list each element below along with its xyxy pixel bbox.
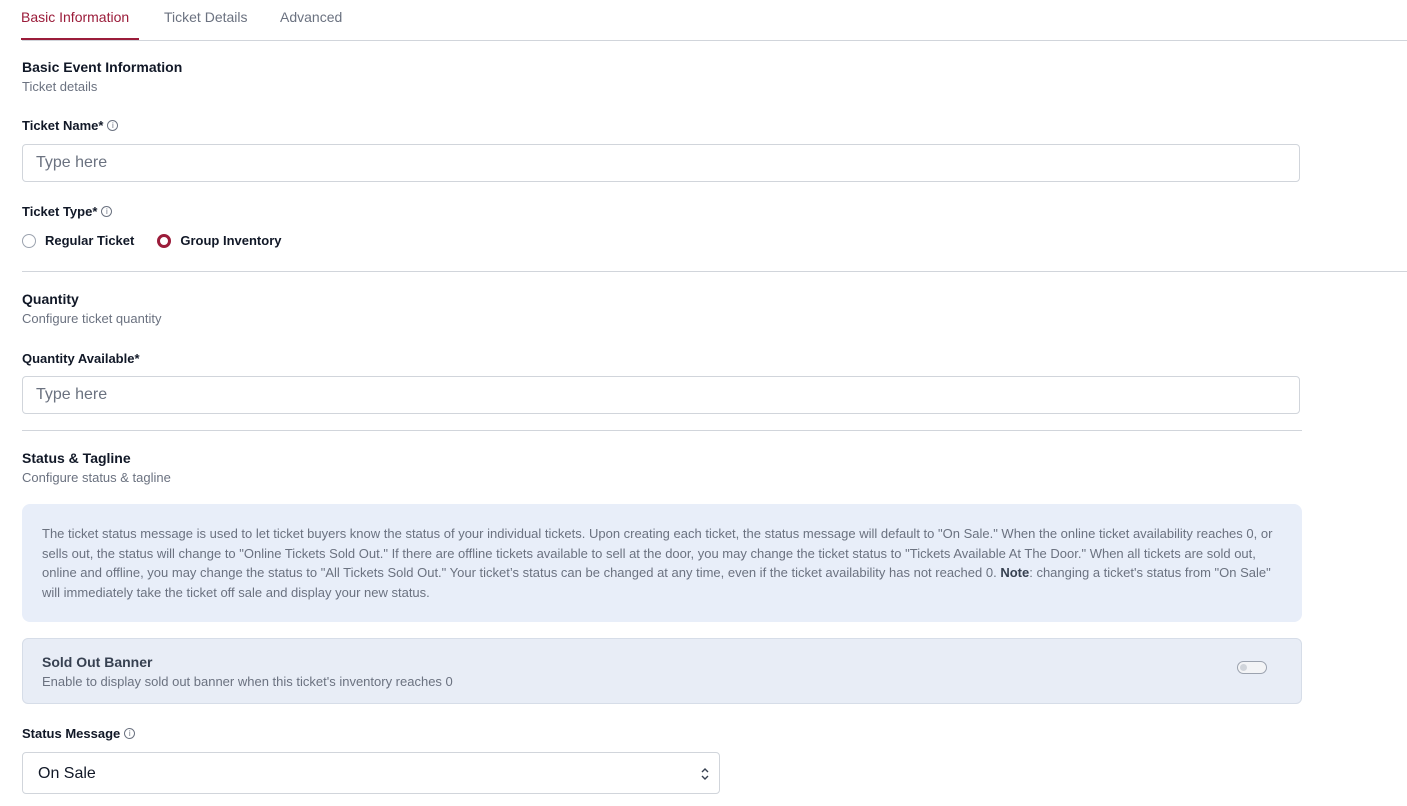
radio-group-inventory-label: Group Inventory xyxy=(180,233,282,248)
tab-basic-information[interactable]: Basic Information xyxy=(21,9,129,25)
ticket-name-input[interactable] xyxy=(22,144,1300,182)
sold-out-banner-toggle[interactable] xyxy=(1237,661,1267,674)
section-subtitle-quantity: Configure ticket quantity xyxy=(22,311,162,326)
status-message-value: On Sale xyxy=(38,765,96,782)
ticket-type-label-text: Ticket Type* xyxy=(22,204,98,219)
toggle-knob xyxy=(1240,664,1247,671)
active-tab-indicator xyxy=(21,38,139,40)
tab-ticket-details[interactable]: Ticket Details xyxy=(164,9,248,25)
section-title-quantity: Quantity xyxy=(22,291,79,307)
section-divider xyxy=(22,430,1302,431)
status-message-select[interactable]: On Sale xyxy=(22,752,720,794)
ticket-name-label-text: Ticket Name* xyxy=(22,118,104,133)
ticket-type-label: Ticket Type* i xyxy=(22,204,113,219)
quantity-available-label: Quantity Available* xyxy=(22,351,140,366)
ticket-name-label: Ticket Name* i xyxy=(22,118,119,133)
section-divider xyxy=(22,271,1407,272)
select-updown-icon xyxy=(701,768,709,780)
sold-out-banner-title: Sold Out Banner xyxy=(42,654,153,670)
radio-checked-icon[interactable] xyxy=(157,233,172,248)
status-message-label: Status Message i xyxy=(22,726,136,741)
section-title-basic: Basic Event Information xyxy=(22,59,183,75)
status-info-box: The ticket status message is used to let… xyxy=(22,504,1302,622)
status-info-note-label: Note xyxy=(1000,565,1030,580)
info-icon[interactable]: i xyxy=(107,120,119,131)
radio-regular-ticket-label: Regular Ticket xyxy=(45,233,135,248)
radio-unchecked-icon[interactable] xyxy=(22,233,36,248)
info-icon[interactable]: i xyxy=(101,206,113,217)
radio-group-inventory[interactable]: Group Inventory xyxy=(157,233,281,248)
sold-out-banner-card: Sold Out Banner Enable to display sold o… xyxy=(22,638,1302,704)
tab-bar: Basic Information Ticket Details Advance… xyxy=(21,0,1407,41)
quantity-available-input[interactable] xyxy=(22,376,1300,414)
tab-advanced[interactable]: Advanced xyxy=(280,9,342,25)
radio-regular-ticket[interactable]: Regular Ticket xyxy=(22,233,134,248)
sold-out-banner-description: Enable to display sold out banner when t… xyxy=(42,674,453,689)
status-message-label-text: Status Message xyxy=(22,726,121,741)
section-title-status: Status & Tagline xyxy=(22,450,131,466)
section-subtitle-status: Configure status & tagline xyxy=(22,470,171,485)
ticket-type-radio-group: Regular Ticket Group Inventory xyxy=(22,233,281,248)
info-icon[interactable]: i xyxy=(124,728,136,739)
section-subtitle-basic: Ticket details xyxy=(22,79,98,94)
